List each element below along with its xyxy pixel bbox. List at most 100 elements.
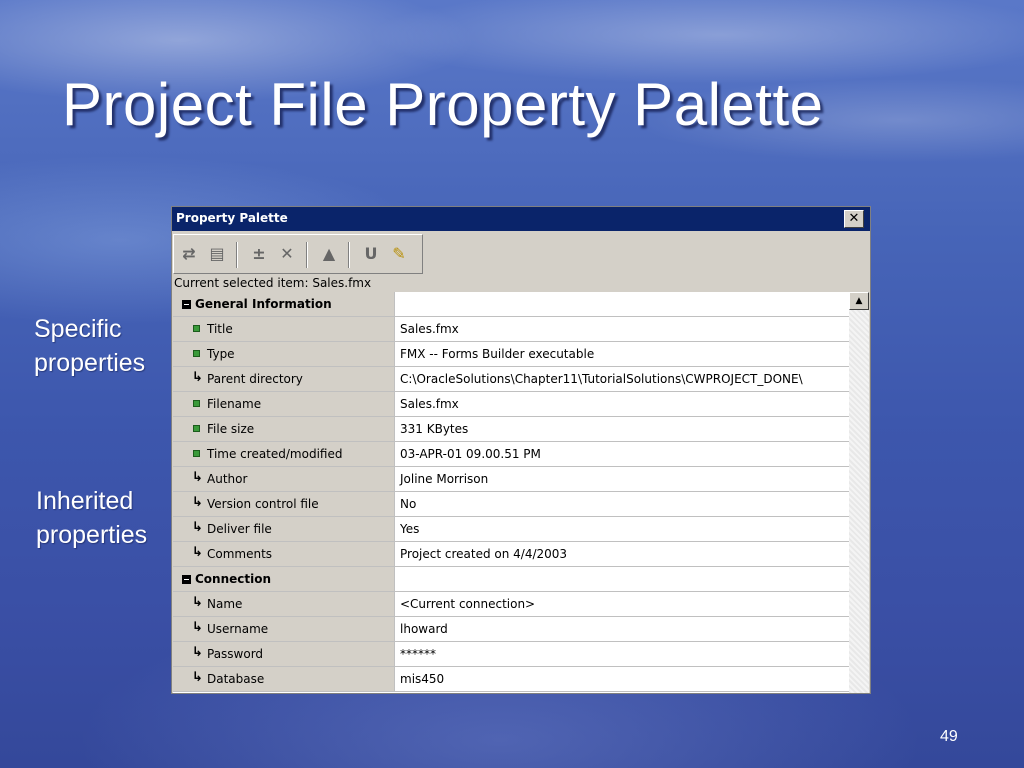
property-value[interactable]: Sales.fmx [400, 322, 459, 336]
property-row[interactable]: ↳ Author Joline Morrison [173, 467, 849, 492]
property-label: Filename [207, 397, 262, 411]
property-value[interactable]: lhoward [400, 622, 448, 636]
specific-property-icon [193, 450, 200, 457]
property-row[interactable]: ↳ Database mis450 [173, 667, 849, 692]
toolbar-separator [236, 242, 238, 268]
add-property-icon[interactable]: ± [248, 243, 270, 265]
property-row[interactable]: ↳ Comments Project created on 4/4/2003 [173, 542, 849, 567]
property-group-row[interactable]: General Information [173, 292, 849, 317]
property-name-cell[interactable]: ↳ Version control file [173, 492, 395, 516]
property-name-cell[interactable]: ↳ Database [173, 667, 395, 691]
toolbar-separator [306, 242, 308, 268]
paste-properties-icon[interactable]: ▤ [206, 243, 228, 265]
callout-line: properties [34, 349, 146, 377]
property-group-row[interactable]: Connection [173, 567, 849, 592]
inherited-property-icon: ↳ [192, 495, 203, 510]
property-label: Connection [195, 572, 272, 586]
property-row[interactable]: Type FMX -- Forms Builder executable [173, 342, 849, 367]
property-row[interactable]: ↳ Version control file No [173, 492, 849, 517]
property-label: Name [207, 597, 243, 611]
property-row[interactable]: Title Sales.fmx [173, 317, 849, 342]
property-name-cell[interactable]: ↳ Name [173, 592, 395, 616]
inherited-property-icon: ↳ [192, 645, 203, 660]
property-value[interactable]: Yes [400, 522, 419, 536]
property-name-cell[interactable]: ↳ Username [173, 617, 395, 641]
property-label: File size [207, 422, 255, 436]
property-label: Database [207, 672, 265, 686]
palette-titlebar[interactable]: Property Palette ✕ [172, 207, 870, 231]
toolbar-separator [348, 242, 350, 268]
callout-line: Inherited [36, 487, 134, 515]
property-value[interactable]: 331 KBytes [400, 422, 468, 436]
specific-property-icon [193, 350, 200, 357]
property-name-cell[interactable]: Title [173, 317, 395, 341]
property-name-cell[interactable]: ↳ Comments [173, 542, 395, 566]
scroll-up-button[interactable]: ▲ [849, 292, 869, 310]
inherited-property-icon: ↳ [192, 545, 203, 560]
inherited-property-icon: ↳ [192, 670, 203, 685]
property-name-cell[interactable]: ↳ Parent directory [173, 367, 395, 391]
callout-line: Specific [34, 315, 122, 343]
property-name-cell[interactable]: Filename [173, 392, 395, 416]
property-name-cell[interactable]: ↳ Password [173, 642, 395, 666]
property-name-cell[interactable]: ↳ Author [173, 467, 395, 491]
property-value[interactable]: No [400, 497, 416, 511]
specific-property-icon [193, 400, 200, 407]
collapse-icon[interactable] [182, 300, 191, 309]
property-grid: General Information Title Sales.fmx Type FMX… [173, 292, 849, 693]
inherited-property-icon: ↳ [192, 595, 203, 610]
property-name-cell[interactable]: File size [173, 417, 395, 441]
slide-title: Project File Property Palette [62, 71, 824, 138]
property-value[interactable]: Joline Morrison [400, 472, 488, 486]
property-name-cell[interactable]: Type [173, 342, 395, 366]
inherited-properties-callout: Inherited properties [36, 484, 147, 552]
property-row[interactable]: Filename Sales.fmx [173, 392, 849, 417]
property-label: Comments [207, 547, 273, 561]
property-value[interactable]: ****** [400, 647, 436, 661]
property-label: Type [207, 347, 235, 361]
property-label: Time created/modified [207, 447, 343, 461]
property-row[interactable]: ↳ Parent directory C:\OracleSolutions\Chap… [173, 367, 849, 392]
inherit-icon[interactable]: ▲ [318, 243, 340, 265]
close-button[interactable]: ✕ [844, 210, 864, 228]
property-value[interactable]: <Current connection> [400, 597, 535, 611]
property-value[interactable]: mis450 [400, 672, 444, 686]
inherited-property-icon: ↳ [192, 370, 203, 385]
property-name-cell[interactable]: Connection [173, 567, 395, 591]
property-row[interactable]: ↳ Username lhoward [173, 617, 849, 642]
delete-property-icon[interactable]: ✕ [276, 243, 298, 265]
property-palette-window: Property Palette ✕ ⇄ ▤ ± ✕ ▲ U ✎ Current… [171, 206, 871, 694]
inherited-property-icon: ↳ [192, 520, 203, 535]
property-value[interactable]: Project created on 4/4/2003 [400, 547, 567, 561]
property-name-cell[interactable]: ↳ Deliver file [173, 517, 395, 541]
specific-property-icon [193, 325, 200, 332]
property-row[interactable]: ↳ Name <Current connection> [173, 592, 849, 617]
property-label: Author [207, 472, 248, 486]
collapse-icon[interactable] [182, 575, 191, 584]
property-label: Parent directory [207, 372, 303, 386]
property-name-cell[interactable]: General Information [173, 292, 395, 316]
pin-icon[interactable]: ✎ [388, 243, 410, 265]
palette-title: Property Palette [176, 211, 288, 225]
inherited-property-icon: ↳ [192, 470, 203, 485]
vertical-scrollbar[interactable]: ▲ [849, 292, 869, 693]
property-value[interactable]: C:\OracleSolutions\Chapter11\TutorialSol… [400, 372, 803, 386]
property-value[interactable]: 03-APR-01 09.00.51 PM [400, 447, 541, 461]
property-row[interactable]: ↳ Deliver file Yes [173, 517, 849, 542]
property-label: Version control file [207, 497, 319, 511]
property-label: Password [207, 647, 264, 661]
specific-property-icon [193, 425, 200, 432]
copy-properties-icon[interactable]: ⇄ [178, 243, 200, 265]
property-value[interactable]: Sales.fmx [400, 397, 459, 411]
union-icon[interactable]: U [360, 243, 382, 265]
property-label: Title [207, 322, 233, 336]
property-value[interactable]: FMX -- Forms Builder executable [400, 347, 594, 361]
callout-line: properties [36, 521, 148, 549]
property-row[interactable]: File size 331 KBytes [173, 417, 849, 442]
page-number: 49 [940, 728, 958, 745]
property-label: General Information [195, 297, 332, 311]
property-row[interactable]: ↳ Password ****** [173, 642, 849, 667]
current-selected-item: Current selected item: Sales.fmx [174, 276, 372, 290]
property-name-cell[interactable]: Time created/modified [173, 442, 395, 466]
property-row[interactable]: Time created/modified 03-APR-01 09.00.51 … [173, 442, 849, 467]
